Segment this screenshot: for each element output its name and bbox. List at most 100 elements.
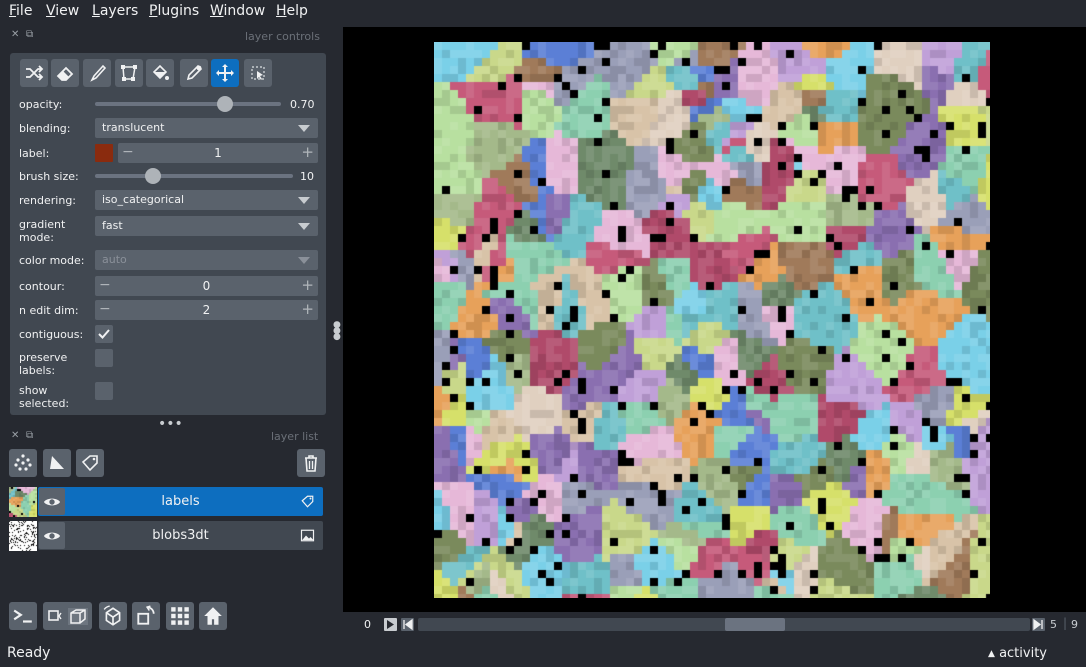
gradient-mode-select[interactable]: fast xyxy=(95,216,318,236)
menu-help[interactable]: Help xyxy=(276,3,308,19)
gradient-mode-value: fast xyxy=(102,219,123,232)
dock-float-icon[interactable]: ⧉ xyxy=(26,430,33,441)
grid-view-button[interactable] xyxy=(166,602,194,630)
blending-label: blending: xyxy=(19,122,71,135)
shapes-icon xyxy=(50,456,64,469)
paintbrush-icon xyxy=(90,64,107,82)
gradient-mode-label: gradient mode: xyxy=(19,218,66,244)
viewer-canvas[interactable] xyxy=(343,27,1086,612)
activity-button[interactable]: ▲ activity xyxy=(988,646,1047,661)
preserve-labels-label: preserve labels: xyxy=(19,351,68,377)
grid-icon xyxy=(171,607,189,625)
dims-scrollbar-thumb[interactable] xyxy=(725,618,785,631)
opacity-value: 0.70 xyxy=(290,98,315,111)
menu-view[interactable]: View xyxy=(46,3,79,19)
labels-image xyxy=(434,42,990,598)
blending-select[interactable]: translucent xyxy=(95,118,318,138)
layer-name: labels xyxy=(161,494,200,509)
pick-button[interactable] xyxy=(180,59,208,87)
rendering-value: iso_categorical xyxy=(102,193,185,206)
step-forward-icon xyxy=(1033,618,1043,631)
brush-size-slider[interactable] xyxy=(95,174,293,178)
polygon-button[interactable] xyxy=(115,59,143,87)
dock-float-icon[interactable]: ⧉ xyxy=(26,29,33,40)
dock-close-icon[interactable]: ✕ xyxy=(11,29,19,40)
play-button[interactable] xyxy=(384,618,397,631)
layer-controls-title: layer controls xyxy=(245,30,320,43)
shuffle-colors-icon xyxy=(26,65,44,81)
menu-file[interactable]: File xyxy=(9,3,32,19)
fill-button[interactable] xyxy=(146,59,174,87)
transpose-dims-button[interactable] xyxy=(132,602,160,630)
plus-icon[interactable]: + xyxy=(301,276,314,294)
dims-current-value[interactable]: 0 xyxy=(364,618,371,631)
show-selected-checkbox[interactable] xyxy=(95,382,113,400)
layer-list-title: layer list xyxy=(271,430,319,443)
step-back-icon xyxy=(403,618,413,631)
status-bar: Ready ▲ activity xyxy=(0,640,1086,667)
chevron-down-icon xyxy=(298,197,310,204)
plus-icon[interactable]: + xyxy=(301,300,314,318)
ndisplay-toggle-button[interactable] xyxy=(43,602,92,630)
activity-label: activity xyxy=(999,646,1047,661)
checkmark-icon xyxy=(98,329,110,339)
layer-name: blobs3dt xyxy=(152,528,209,543)
menubar: File View Layers Plugins Window Help xyxy=(0,0,1086,24)
paint-button[interactable] xyxy=(83,59,111,87)
label-spinbox[interactable]: − 1 + xyxy=(118,143,318,163)
console-button[interactable] xyxy=(9,602,37,630)
layer-thumbnail-blobs3dt xyxy=(9,521,37,551)
transpose-icon xyxy=(137,605,155,625)
new-shapes-layer-button[interactable] xyxy=(43,449,71,477)
delete-layer-button[interactable] xyxy=(297,449,325,477)
opacity-label: opacity: xyxy=(19,98,63,111)
color-mode-select[interactable]: auto xyxy=(95,250,318,270)
color-mode-value: auto xyxy=(102,253,127,266)
contiguous-checkbox[interactable] xyxy=(95,325,113,343)
erase-button[interactable] xyxy=(51,59,79,87)
play-icon xyxy=(387,620,394,629)
pan-zoom-icon xyxy=(216,64,234,82)
dims-frame-value[interactable]: 5 xyxy=(1050,618,1057,631)
label-color-swatch[interactable] xyxy=(95,144,113,162)
caret-up-icon: ▲ xyxy=(988,649,995,659)
roll-dims-button[interactable] xyxy=(99,602,127,630)
dims-max-value[interactable]: 9 xyxy=(1071,618,1078,631)
menu-layers[interactable]: Layers xyxy=(92,3,138,19)
new-labels-layer-button[interactable] xyxy=(76,449,104,477)
menu-plugins[interactable]: Plugins xyxy=(149,3,199,19)
status-text: Ready xyxy=(7,645,51,661)
splitter-handle[interactable]: ● ● ● xyxy=(333,321,341,342)
label-label: label: xyxy=(19,147,50,160)
transform-button[interactable] xyxy=(244,59,272,87)
dock-close-icon[interactable]: ✕ xyxy=(11,430,19,441)
eraser-icon xyxy=(56,66,74,81)
pan-zoom-button[interactable] xyxy=(211,59,239,87)
contour-spinbox[interactable]: − 0 + xyxy=(95,276,318,296)
brush-size-slider-handle[interactable] xyxy=(144,168,161,184)
label-tag-icon xyxy=(301,495,314,508)
home-icon xyxy=(204,607,222,625)
step-back-button[interactable] xyxy=(401,618,414,631)
layer-item-blobs3dt[interactable]: blobs3dt xyxy=(38,521,323,550)
step-forward-button[interactable] xyxy=(1032,618,1045,631)
rendering-select[interactable]: iso_categorical xyxy=(95,190,318,210)
new-points-layer-button[interactable] xyxy=(9,449,37,477)
dims-scrollbar-track[interactable] xyxy=(418,618,1030,631)
menu-window[interactable]: Window xyxy=(210,3,265,19)
chevron-down-icon xyxy=(298,223,310,230)
contour-value: 0 xyxy=(202,279,211,293)
points-icon xyxy=(14,454,32,471)
plus-icon[interactable]: + xyxy=(301,143,314,161)
shuffle-colors-button[interactable] xyxy=(20,59,48,87)
contour-label: contour: xyxy=(19,280,65,293)
n-edit-dim-spinbox[interactable]: − 2 + xyxy=(95,300,318,320)
reset-view-button[interactable] xyxy=(199,602,227,630)
preserve-labels-checkbox[interactable] xyxy=(95,349,113,367)
chevron-down-icon xyxy=(298,125,310,132)
opacity-slider[interactable] xyxy=(95,102,281,106)
layer-item-labels[interactable]: labels xyxy=(38,487,323,516)
brush-size-label: brush size: xyxy=(19,170,79,183)
dock-splitter-handle[interactable]: ••• xyxy=(158,416,183,432)
label-tag-icon xyxy=(81,455,98,472)
